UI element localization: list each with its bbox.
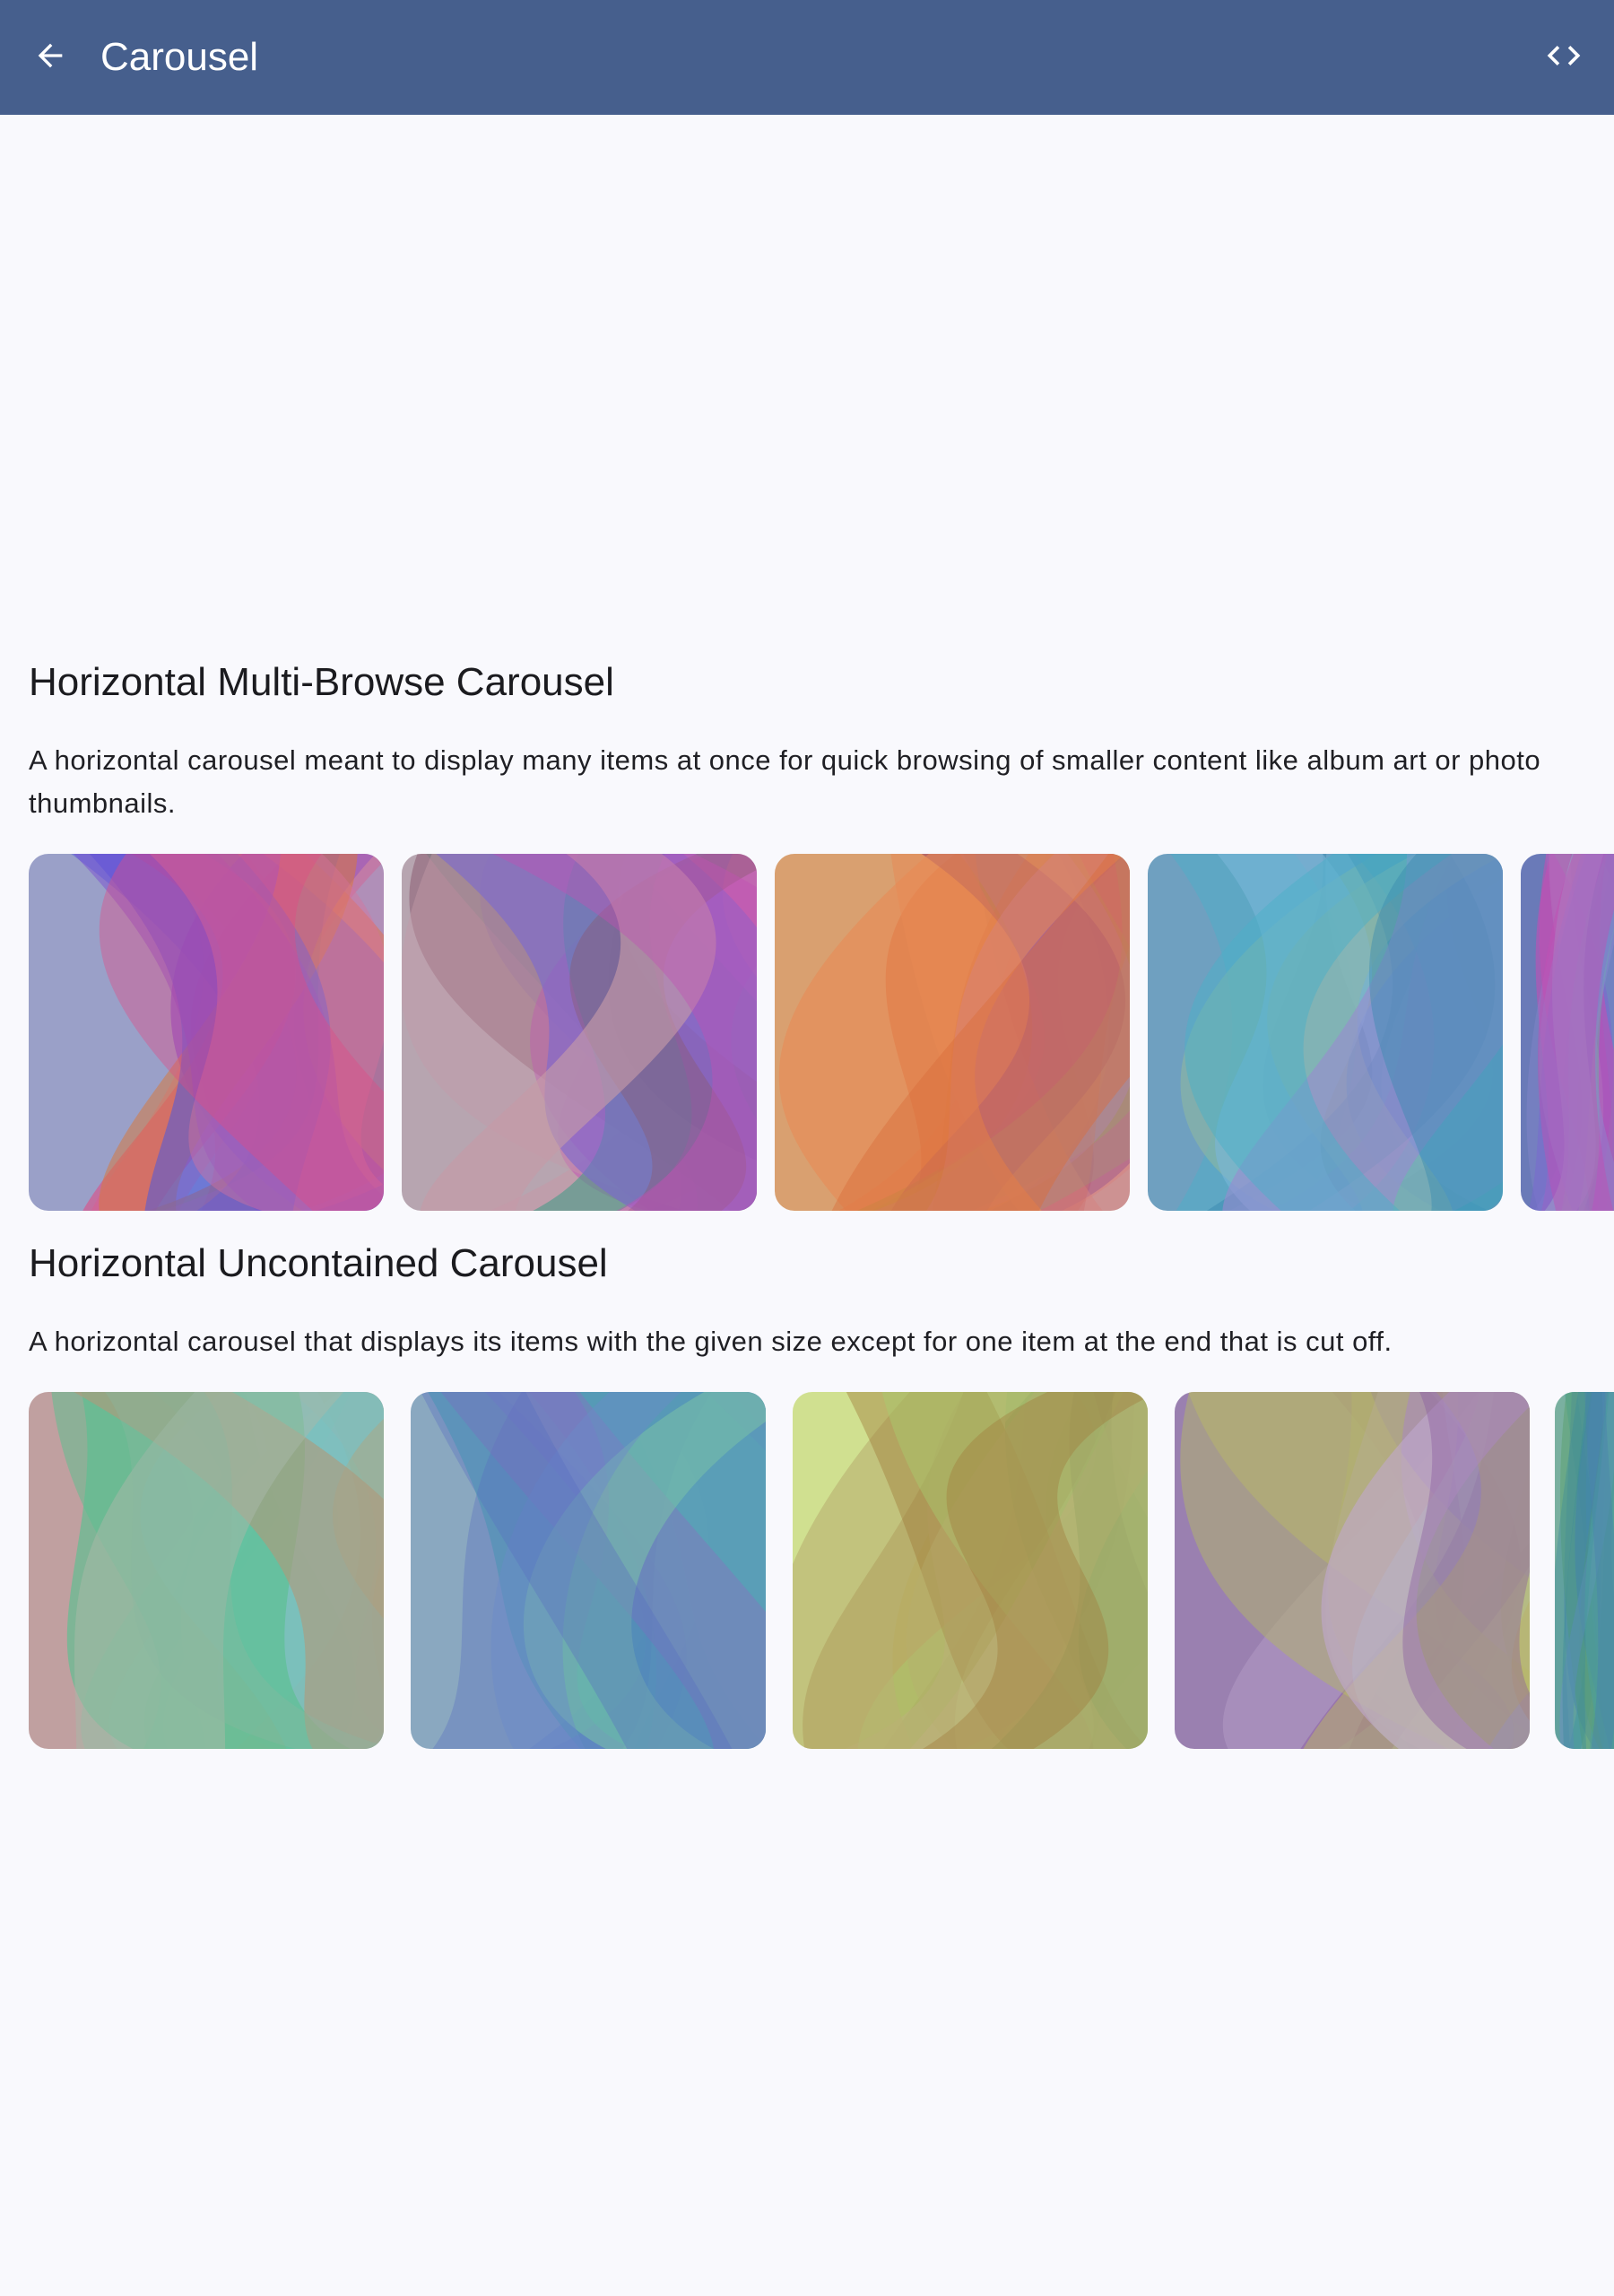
carousel-image <box>411 1392 766 1749</box>
carousel-item-partial[interactable] <box>1555 1392 1614 1749</box>
carousel-item[interactable] <box>1148 854 1503 1211</box>
carousel-image <box>29 1392 384 1749</box>
carousel-image <box>29 854 384 1211</box>
carousel-image <box>775 854 1130 1211</box>
app-bar-title: Carousel <box>100 35 259 79</box>
carousel-image <box>793 1392 1148 1749</box>
carousel-item[interactable] <box>402 854 757 1211</box>
carousel-item[interactable] <box>29 1392 384 1749</box>
section-description-multi-browse: A horizontal carousel meant to display m… <box>29 744 1541 819</box>
carousel-item[interactable] <box>29 854 384 1211</box>
section-title-multi-browse: Horizontal Multi-Browse Carousel <box>29 660 614 704</box>
code-icon <box>1544 36 1584 80</box>
carousel-item-partial[interactable] <box>1521 854 1614 1211</box>
carousel-image <box>1555 1392 1614 1749</box>
carousel-item[interactable] <box>1175 1392 1530 1749</box>
top-app-bar: Carousel <box>0 0 1614 115</box>
carousel-item[interactable] <box>793 1392 1148 1749</box>
carousel-image <box>1521 854 1614 1211</box>
carousel-image <box>1148 854 1503 1211</box>
multi-browse-carousel[interactable] <box>0 854 1614 1213</box>
arrow-back-icon <box>32 38 68 78</box>
uncontained-carousel[interactable] <box>0 1392 1614 1751</box>
section-description-uncontained: A horizontal carousel that displays its … <box>29 1326 1393 1357</box>
back-button[interactable] <box>20 27 81 88</box>
carousel-item[interactable] <box>411 1392 766 1749</box>
view-code-button[interactable] <box>1533 27 1594 88</box>
section-title-uncontained: Horizontal Uncontained Carousel <box>29 1241 608 1285</box>
carousel-item[interactable] <box>775 854 1130 1211</box>
carousel-image <box>402 854 757 1211</box>
carousel-image <box>1175 1392 1530 1749</box>
